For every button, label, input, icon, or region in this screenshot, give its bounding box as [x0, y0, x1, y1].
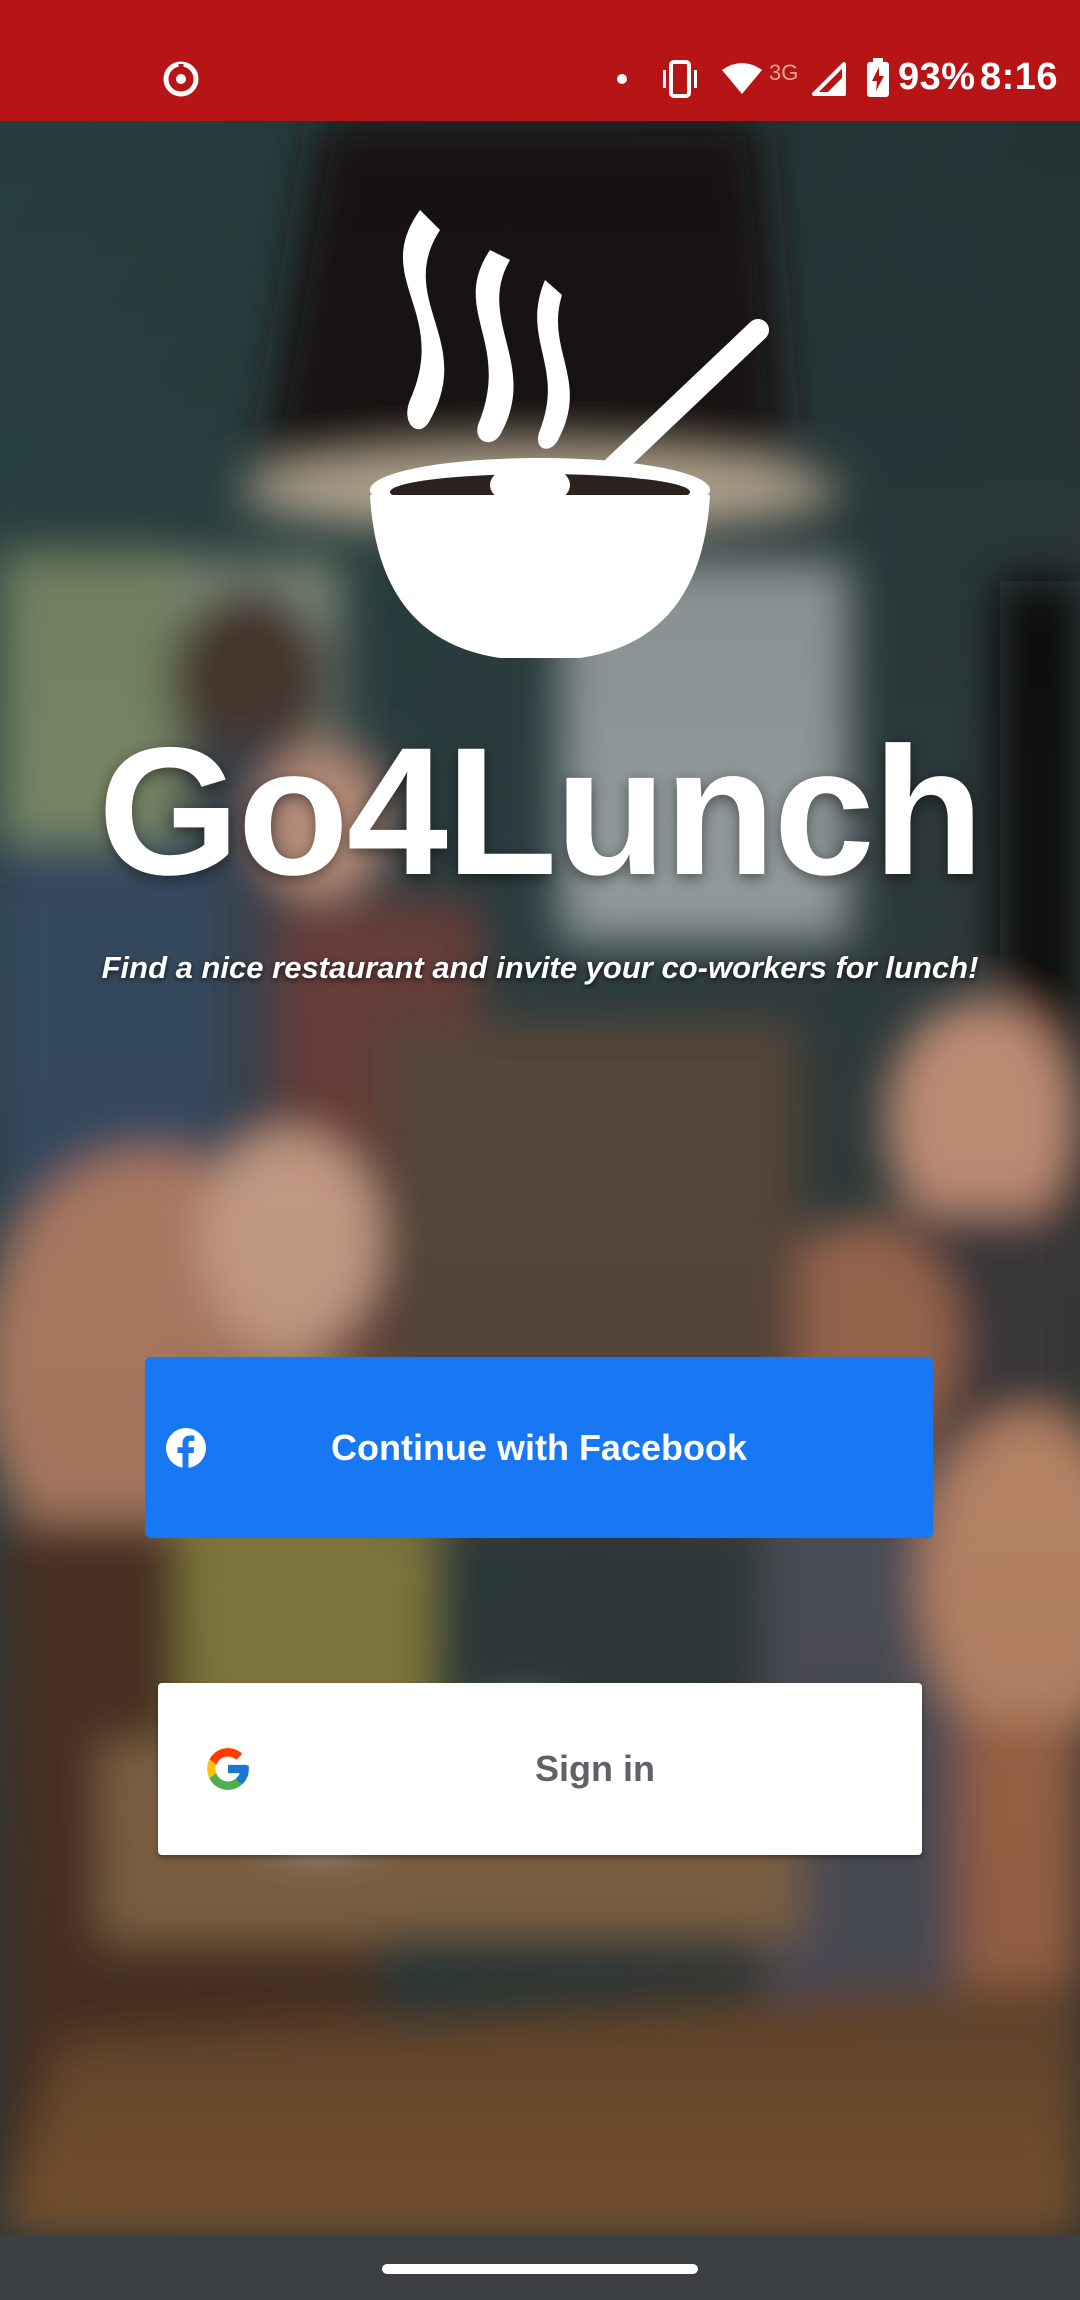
facebook-button-label: Continue with Facebook	[330, 1427, 747, 1468]
home-gesture-handle[interactable]	[382, 2264, 698, 2274]
continue-with-facebook-button[interactable]: Continue with Facebook	[145, 1357, 933, 1538]
clock-time: 8:16	[980, 56, 1059, 98]
login-screen: 3G 93% 8:16 Go4Lunch Find a nice restaur…	[0, 0, 1080, 2300]
data-saver-icon	[160, 58, 202, 105]
battery-charging-icon	[866, 58, 890, 103]
wifi-icon	[720, 62, 764, 101]
navigation-bar	[0, 2236, 1080, 2300]
google-sign-in-button[interactable]: Sign in	[158, 1683, 922, 1855]
app-tagline: Find a nice restaurant and invite your c…	[101, 950, 979, 985]
vibrate-icon	[660, 60, 700, 103]
google-button-label: Sign in	[535, 1748, 655, 1789]
notification-dot	[617, 74, 627, 84]
app-title: Go4Lunch	[98, 709, 984, 913]
battery-percent: 93%	[898, 56, 976, 98]
cell-signal-icon	[812, 62, 846, 101]
steaming-bowl-icon	[300, 200, 780, 685]
network-type-label: 3G	[769, 60, 799, 85]
status-bar: 3G 93% 8:16	[0, 0, 1080, 121]
